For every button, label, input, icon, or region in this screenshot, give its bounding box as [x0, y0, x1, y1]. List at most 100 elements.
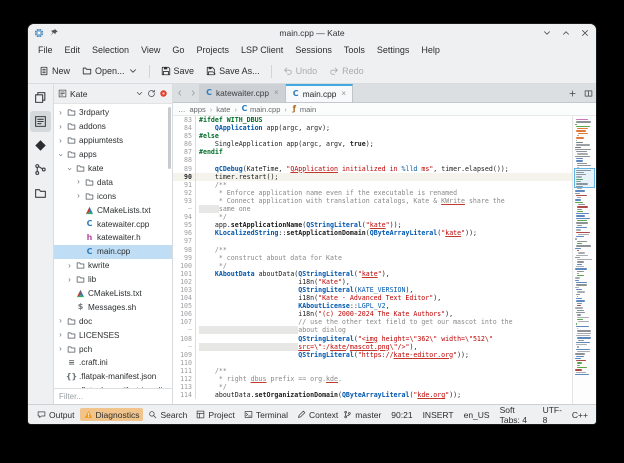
code-line-110[interactable]: 110 [173, 358, 572, 367]
open-button[interactable]: Open... [77, 64, 143, 78]
menu-go[interactable]: Go [166, 44, 190, 56]
minimap[interactable] [572, 116, 596, 404]
close-button[interactable] [580, 28, 590, 38]
code-line-102[interactable]: 102 i18n("Kate"), [173, 277, 572, 286]
code-line-107[interactable]: 107 // use the other text field to get o… [173, 318, 572, 327]
menu-edit[interactable]: Edit [59, 44, 87, 56]
code-line-95[interactable]: 95 app.setApplicationName(QStringLiteral… [173, 221, 572, 230]
menu-sessions[interactable]: Sessions [289, 44, 338, 56]
maximize-button[interactable] [561, 28, 571, 38]
titlebar[interactable]: main.cpp — Kate [28, 24, 596, 41]
code-line-wrap[interactable]: ~ about dialog [173, 326, 572, 335]
expander-icon[interactable]: › [66, 261, 73, 270]
toolview-symbols[interactable] [30, 159, 51, 180]
menu-view[interactable]: View [135, 44, 166, 56]
filter-input[interactable]: Filter... [54, 388, 172, 404]
status-insert[interactable]: INSERT [423, 410, 454, 420]
code-line-99[interactable]: 99 * construct about data for Kate [173, 253, 572, 262]
tree-item-cmakelists-txt[interactable]: CMakeLists.txt [54, 287, 172, 301]
code-line-85[interactable]: 85 #else [173, 132, 572, 141]
tab-close-icon[interactable]: × [341, 90, 346, 98]
code-line-106[interactable]: 106 i18n("(c) 2000-2024 The Kate Authors… [173, 310, 572, 319]
code-line-89[interactable]: 89 qCDebug(KateTime, "QApplication initi… [173, 164, 572, 173]
undo-button[interactable]: Undo [278, 64, 323, 78]
code-line-101[interactable]: 101 KAboutData aboutData(QStringLiteral(… [173, 269, 572, 278]
status-output-button[interactable]: Output [33, 408, 79, 421]
expander-icon[interactable]: › [57, 122, 64, 131]
menu-settings[interactable]: Settings [371, 44, 416, 56]
tree-item-kwrite[interactable]: › kwrite [54, 259, 172, 273]
code-line-114[interactable]: 114 aboutData.setOrganizationDomain(QByt… [173, 391, 572, 400]
tab-nav-back[interactable] [173, 84, 186, 102]
tab-main-cpp[interactable]: Cmain.cpp × [285, 84, 354, 102]
menu-selection[interactable]: Selection [86, 44, 135, 56]
tree-item-pch[interactable]: › pch [54, 342, 172, 356]
status-utf-8[interactable]: UTF-8 [543, 405, 562, 425]
tree-item-icons[interactable]: › icons [54, 189, 172, 203]
toolview-filesystem[interactable] [30, 183, 51, 204]
tree-item-messages-sh[interactable]: $ Messages.sh [54, 300, 172, 314]
tab-close-icon[interactable]: × [274, 89, 279, 97]
tree-item-kate[interactable]: › kate [54, 162, 172, 176]
stop-icon[interactable] [159, 89, 168, 98]
tree-item-flatpak-manifest-json[interactable]: {} .flatpak-manifest.json [54, 370, 172, 384]
minimap-viewport[interactable] [574, 168, 595, 188]
expander-icon[interactable]: › [57, 151, 66, 158]
new-tab-button[interactable] [564, 84, 580, 102]
status-diagnostics-button[interactable]: Diagnostics [79, 408, 144, 421]
new-button[interactable]: New [34, 64, 75, 78]
minimize-button[interactable] [542, 28, 552, 38]
expander-icon[interactable]: › [66, 275, 73, 284]
project-name[interactable]: Kate [70, 89, 88, 99]
status-en-us[interactable]: en_US [464, 410, 490, 420]
menu-file[interactable]: File [32, 44, 59, 56]
tree-item-cmakelists-txt[interactable]: CMakeLists.txt [54, 203, 172, 217]
expander-icon[interactable]: › [57, 108, 64, 117]
code-line-98[interactable]: 98 /** [173, 245, 572, 254]
menu-projects[interactable]: Projects [190, 44, 235, 56]
code-line-103[interactable]: 103 QStringLiteral(KATE_VERSION), [173, 285, 572, 295]
expander-icon[interactable]: › [57, 345, 64, 353]
code-line-wrap[interactable]: ~ same one [173, 205, 572, 214]
tree-item-appiumtests[interactable]: › appiumtests [54, 134, 172, 148]
tree-item-katewaiter-cpp[interactable]: Ckatewaiter.cpp [54, 217, 172, 231]
breadcrumb-main[interactable]: ƒ main [291, 105, 317, 114]
tab-nav-forward[interactable] [186, 84, 199, 102]
code-line-97[interactable]: 97 [173, 237, 572, 246]
tab-katewaiter-cpp[interactable]: Ckatewaiter.cpp × [199, 84, 286, 102]
split-view-button[interactable] [580, 84, 596, 102]
expander-icon[interactable]: › [75, 192, 82, 200]
breadcrumb-apps[interactable]: apps [190, 105, 206, 114]
code-line-86[interactable]: 86 SingleApplication app(argc, argv, tru… [173, 140, 572, 149]
code-line-91[interactable]: 91 /** [173, 180, 572, 189]
redo-button[interactable]: Redo [324, 64, 369, 78]
code-line-109[interactable]: 109 QStringLiteral("https://kate-editor.… [173, 350, 572, 359]
expander-icon[interactable]: › [57, 317, 64, 325]
tree-scrollbar[interactable] [168, 107, 171, 169]
status-search-button[interactable]: Search [144, 408, 191, 421]
tree-item-3rdparty[interactable]: › 3rdparty [54, 106, 172, 120]
code-line-83[interactable]: 83 #ifdef WITH_DBUS [173, 116, 572, 125]
code-line-wrap[interactable]: ~ src=\":/kate/mascot.png\"/>"), [173, 342, 572, 351]
toolview-git[interactable] [30, 135, 51, 156]
code-line-96[interactable]: 96 KLocalizedString::setApplicationDomai… [173, 229, 572, 238]
expander-icon[interactable]: › [57, 136, 64, 145]
code-line-100[interactable]: 100 */ [173, 261, 572, 270]
menu-lsp-client[interactable]: LSP Client [235, 44, 289, 56]
save-as-button[interactable]: Save As... [201, 64, 265, 78]
code-line-111[interactable]: 111 /** [173, 366, 572, 375]
code-line-105[interactable]: 105 KAboutLicense::LGPL_V2, [173, 302, 572, 311]
toolview-projects[interactable] [30, 111, 51, 132]
tree-item-apps[interactable]: › apps [54, 148, 172, 162]
status-90-21[interactable]: 90:21 [391, 410, 412, 420]
status-master[interactable]: master [343, 410, 381, 420]
tree-item-craft-ini[interactable]: ≡ .craft.ini [54, 356, 172, 370]
status-context-button[interactable]: Context [293, 408, 342, 421]
code-line-93[interactable]: 93 * Connect application with translatio… [173, 196, 572, 206]
tree-item-data[interactable]: › data [54, 175, 172, 189]
expander-icon[interactable]: › [66, 165, 75, 172]
save-button[interactable]: Save [156, 64, 200, 78]
toolview-documents[interactable] [30, 87, 51, 108]
status-soft-tabs-4[interactable]: Soft Tabs: 4 [500, 405, 533, 425]
code-line-104[interactable]: 104 i18n("Kate - Advanced Text Editor"), [173, 294, 572, 303]
